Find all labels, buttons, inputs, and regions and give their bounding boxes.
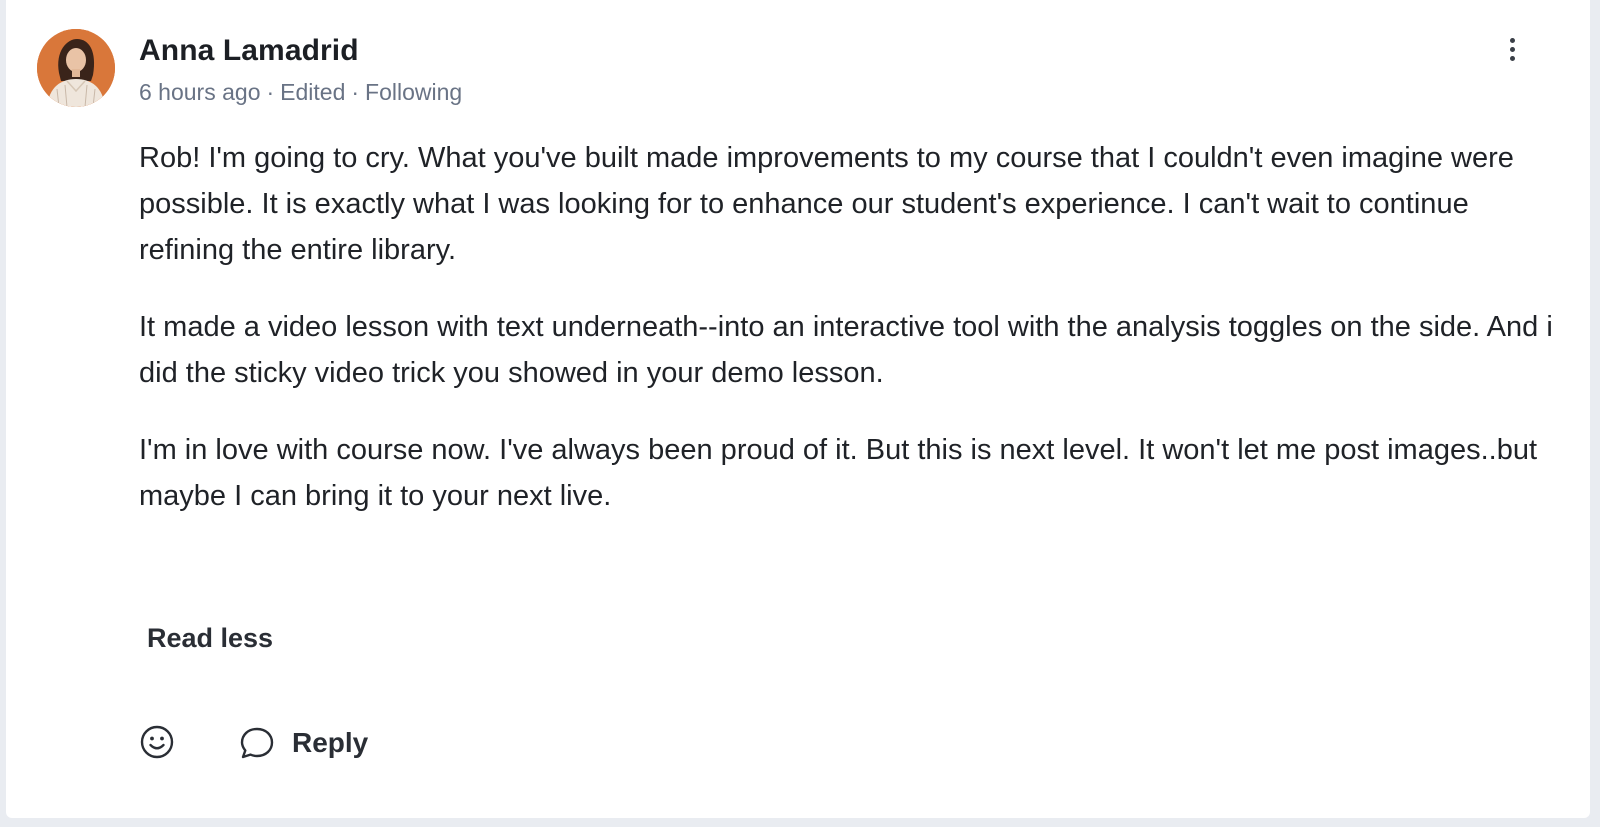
comment-paragraph: It made a video lesson with text underne… <box>139 311 1553 389</box>
reply-button[interactable]: Reply <box>238 718 368 768</box>
meta-separator: · <box>266 79 275 105</box>
more-options-button[interactable] <box>1500 34 1524 74</box>
following-label[interactable]: Following <box>365 79 462 105</box>
meta-separator: · <box>351 79 360 105</box>
timestamp[interactable]: 6 hours ago <box>139 79 260 105</box>
vertical-ellipsis-icon <box>1500 38 1524 61</box>
smiley-icon[interactable] <box>139 724 175 760</box>
avatar-image <box>37 29 115 107</box>
avatar[interactable] <box>37 29 115 107</box>
comment-paragraph: Rob! I'm going to cry. What you've built… <box>139 142 1514 266</box>
author-name[interactable]: Anna Lamadrid <box>139 34 359 68</box>
comment-card: Anna Lamadrid 6 hours ago · Edited · Followi… <box>6 0 1590 818</box>
reply-label: Reply <box>292 727 369 758</box>
comment-paragraph: I'm in love with course now. I've always… <box>139 434 1538 512</box>
comment-meta: 6 hours ago · Edited · Following <box>139 79 462 106</box>
read-less-button[interactable]: Read less <box>147 623 273 654</box>
edited-label: Edited <box>280 79 346 105</box>
comment-body: Rob! I'm going to cry. What you've built… <box>139 135 1559 550</box>
speech-bubble-icon <box>240 727 274 759</box>
